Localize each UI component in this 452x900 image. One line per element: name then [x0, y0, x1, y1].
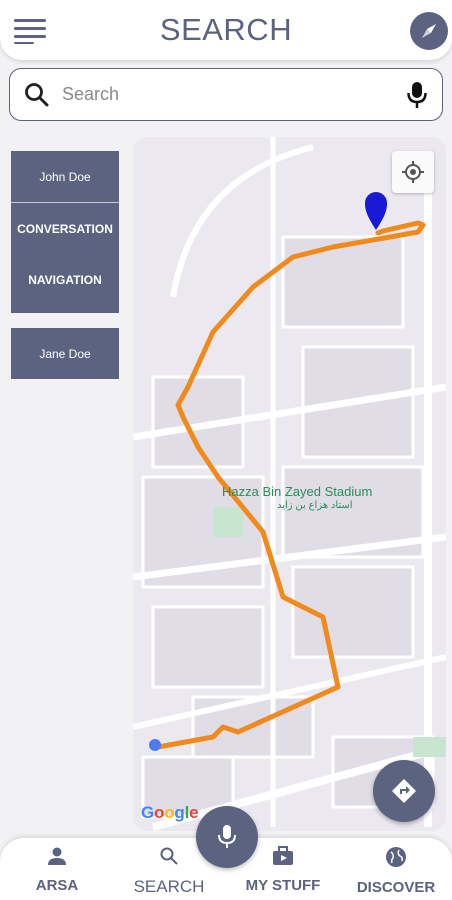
crosshair-icon — [402, 161, 424, 183]
nav-discover[interactable]: DISCOVER — [352, 846, 440, 896]
compass-icon — [422, 24, 436, 38]
briefcase-icon — [273, 846, 293, 865]
google-logo: Google — [141, 803, 199, 822]
contacts-panel: John Doe CONVERSATION NAVIGATION Jane Do… — [11, 151, 119, 379]
destination-pin-icon — [365, 192, 387, 230]
top-bar: SEARCH — [0, 0, 452, 60]
nav-label: SEARCH — [133, 877, 205, 896]
origin-marker-icon — [149, 739, 161, 751]
search-input[interactable] — [62, 79, 392, 109]
directions-icon — [392, 779, 416, 803]
microphone-icon[interactable] — [406, 81, 428, 109]
stadium-label-arabic: استاد هزاع بن زايد — [277, 500, 353, 511]
stadium-label: Hazza Bin Zayed Stadium — [222, 484, 373, 499]
nav-label: DISCOVER — [356, 879, 436, 896]
nav-label: MY STUFF — [245, 877, 321, 894]
search-bar — [9, 68, 443, 121]
nav-label: ARSA — [35, 877, 79, 894]
conversation-option[interactable]: CONVERSATION — [11, 203, 119, 254]
globe-icon — [386, 847, 406, 867]
nav-arsa[interactable]: ARSA — [34, 846, 80, 894]
contact-card-john-doe[interactable]: John Doe CONVERSATION NAVIGATION — [11, 151, 119, 313]
page-title: SEARCH — [159, 12, 293, 47]
person-icon — [48, 847, 66, 865]
compass-button[interactable] — [410, 12, 448, 50]
contact-name[interactable]: John Doe — [11, 151, 119, 202]
search-icon — [25, 83, 49, 107]
directions-button[interactable] — [373, 760, 435, 822]
search-icon — [160, 847, 178, 865]
navigation-option[interactable]: NAVIGATION — [11, 254, 119, 305]
voice-input-button[interactable] — [196, 806, 258, 868]
my-location-button[interactable] — [392, 151, 434, 193]
microphone-icon — [218, 825, 236, 848]
contact-card-jane-doe[interactable]: Jane Doe — [11, 328, 119, 379]
